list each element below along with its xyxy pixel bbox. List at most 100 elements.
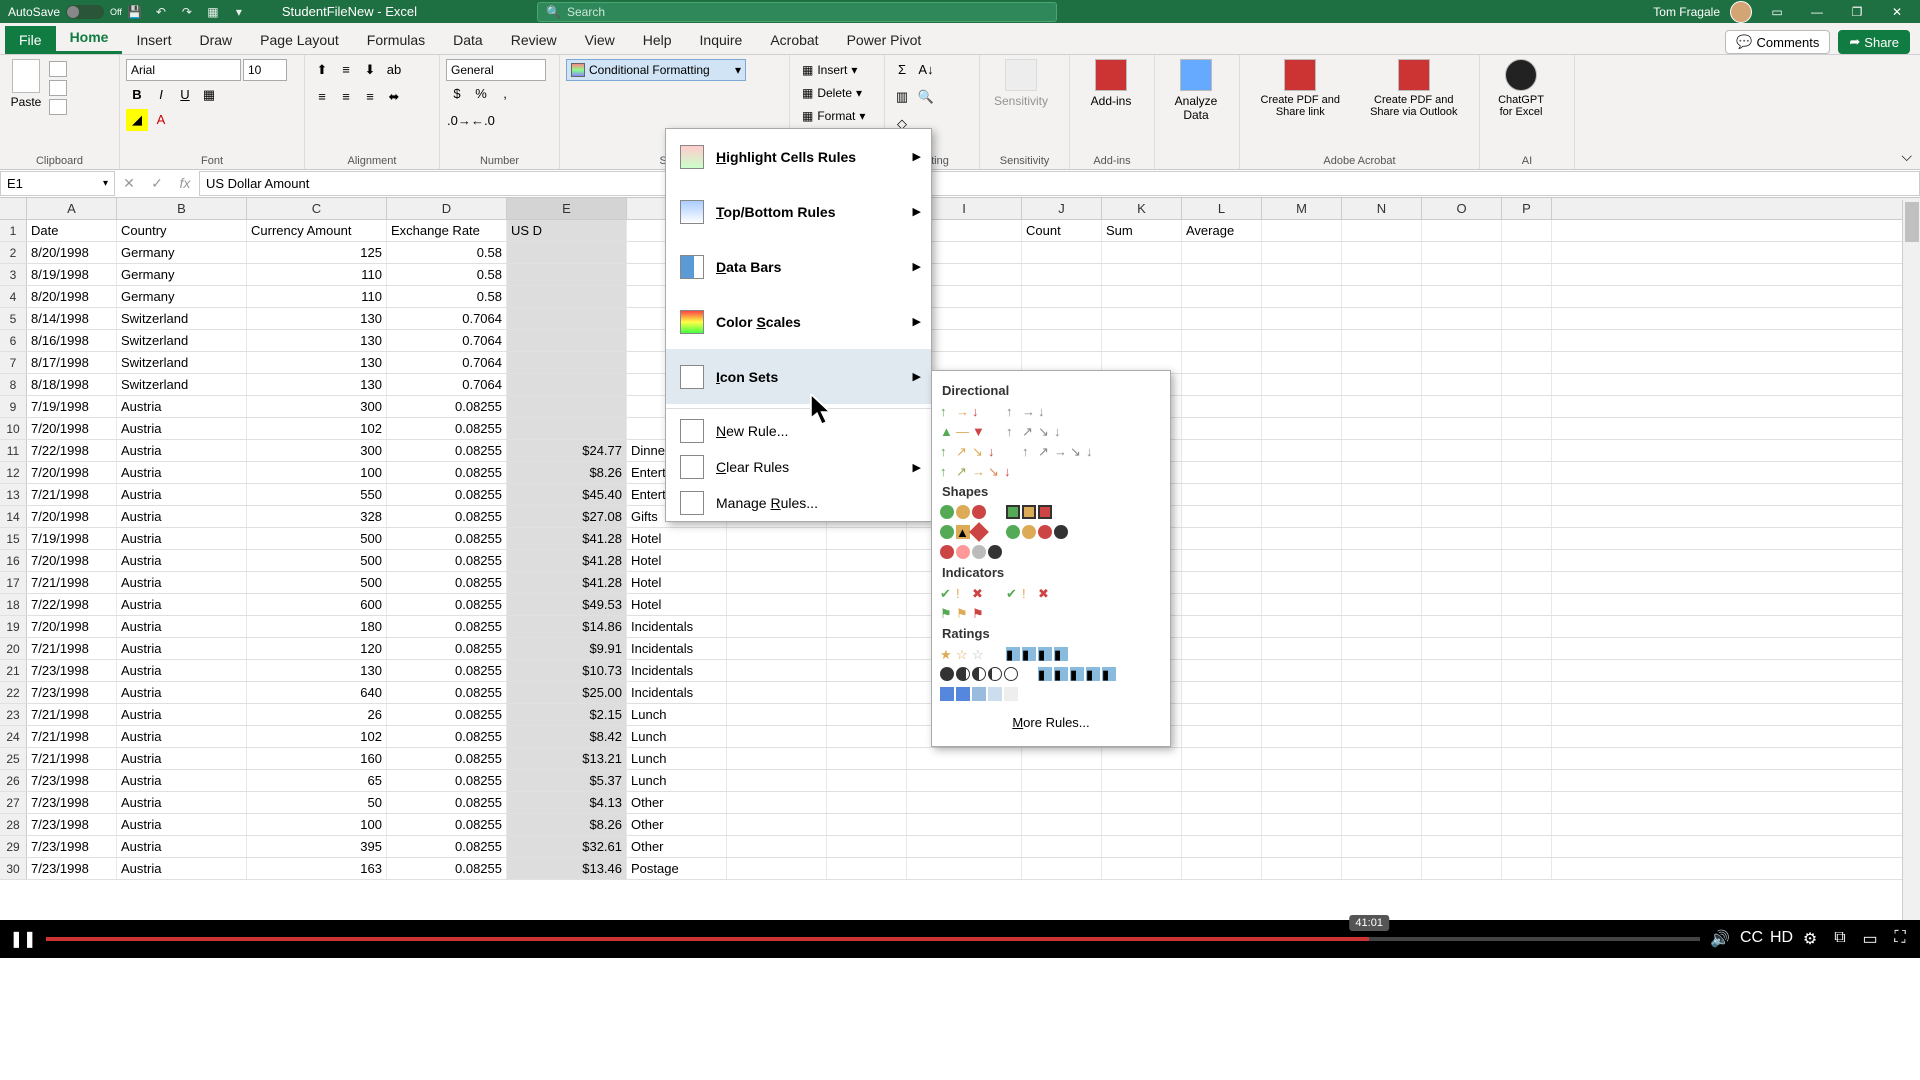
cell[interactable]: Date bbox=[27, 220, 117, 241]
cell[interactable] bbox=[1022, 770, 1102, 791]
cell[interactable] bbox=[1422, 462, 1502, 483]
cell[interactable] bbox=[507, 374, 627, 395]
cell[interactable]: 7/19/1998 bbox=[27, 528, 117, 549]
row-header[interactable]: 7 bbox=[0, 352, 27, 373]
cell[interactable]: 0.08255 bbox=[387, 814, 507, 835]
format-cells-button[interactable]: ▦ Format ▾ bbox=[796, 105, 878, 127]
cell[interactable] bbox=[1182, 858, 1262, 879]
cell[interactable] bbox=[727, 814, 827, 835]
row-header[interactable]: 1 bbox=[0, 220, 27, 241]
cell[interactable] bbox=[1502, 748, 1552, 769]
tab-help[interactable]: Help bbox=[629, 26, 686, 54]
cell[interactable]: 0.08255 bbox=[387, 792, 507, 813]
cell[interactable]: 65 bbox=[247, 770, 387, 791]
cell[interactable] bbox=[1262, 792, 1342, 813]
paste-button[interactable]: Paste bbox=[6, 59, 46, 155]
cell[interactable]: $41.28 bbox=[507, 528, 627, 549]
cell[interactable] bbox=[1502, 770, 1552, 791]
minimize-icon[interactable]: — bbox=[1802, 2, 1832, 22]
cell[interactable] bbox=[1262, 770, 1342, 791]
cell[interactable] bbox=[1102, 858, 1182, 879]
theater-icon[interactable]: ▭ bbox=[1860, 929, 1880, 949]
row-header[interactable]: 16 bbox=[0, 550, 27, 571]
cell[interactable] bbox=[907, 858, 1022, 879]
tab-view[interactable]: View bbox=[571, 26, 629, 54]
cell[interactable]: 0.08255 bbox=[387, 682, 507, 703]
cell[interactable] bbox=[1182, 396, 1262, 417]
cell[interactable]: Switzerland bbox=[117, 352, 247, 373]
cell[interactable]: 0.08255 bbox=[387, 616, 507, 637]
cell[interactable]: 102 bbox=[247, 726, 387, 747]
cf-menu-colorscales[interactable]: Color Scales▶ bbox=[666, 294, 931, 349]
iconset-4ratings[interactable]: ▮▮▮▮ bbox=[1006, 647, 1068, 661]
cell[interactable] bbox=[1422, 484, 1502, 505]
iconset-3symbols[interactable]: ✔!✖ bbox=[1006, 586, 1052, 600]
cell[interactable]: Austria bbox=[117, 814, 247, 835]
quality-icon[interactable]: HD bbox=[1770, 929, 1790, 949]
cell[interactable] bbox=[1102, 770, 1182, 791]
cell[interactable]: 0.58 bbox=[387, 242, 507, 263]
cell[interactable] bbox=[1182, 308, 1262, 329]
redo-icon[interactable]: ↷ bbox=[178, 3, 196, 21]
cell[interactable] bbox=[827, 770, 907, 791]
cell[interactable] bbox=[1342, 594, 1422, 615]
cell[interactable] bbox=[727, 616, 827, 637]
cell[interactable]: 8/18/1998 bbox=[27, 374, 117, 395]
cell[interactable] bbox=[1502, 726, 1552, 747]
cell[interactable] bbox=[1262, 594, 1342, 615]
row-header[interactable]: 19 bbox=[0, 616, 27, 637]
qat-more-icon[interactable]: ▾ bbox=[230, 3, 248, 21]
cell[interactable] bbox=[1182, 528, 1262, 549]
cell[interactable] bbox=[1022, 792, 1102, 813]
cell[interactable] bbox=[827, 594, 907, 615]
cell[interactable] bbox=[1502, 396, 1552, 417]
cell[interactable] bbox=[1422, 836, 1502, 857]
cell[interactable] bbox=[1342, 792, 1422, 813]
cell[interactable] bbox=[1022, 836, 1102, 857]
cell[interactable] bbox=[1342, 352, 1422, 373]
cell[interactable] bbox=[1342, 748, 1422, 769]
pause-button[interactable]: ❚❚ bbox=[10, 926, 36, 952]
cell[interactable] bbox=[727, 528, 827, 549]
col-header-K[interactable]: K bbox=[1102, 198, 1182, 219]
vertical-scrollbar[interactable] bbox=[1902, 200, 1920, 920]
cell[interactable] bbox=[1262, 506, 1342, 527]
cell[interactable] bbox=[1342, 528, 1422, 549]
align-left-button[interactable]: ≡ bbox=[311, 86, 333, 108]
row-header[interactable]: 9 bbox=[0, 396, 27, 417]
row-header[interactable]: 10 bbox=[0, 418, 27, 439]
cell[interactable]: Incidentals bbox=[627, 660, 727, 681]
cell[interactable]: 7/20/1998 bbox=[27, 506, 117, 527]
cf-menu-topbottom[interactable]: Top/Bottom Rules▶ bbox=[666, 184, 931, 239]
cell[interactable] bbox=[1262, 726, 1342, 747]
cell[interactable] bbox=[1182, 616, 1262, 637]
col-header-E[interactable]: E bbox=[507, 198, 627, 219]
cell[interactable]: Hotel bbox=[627, 528, 727, 549]
cf-menu-databars[interactable]: Data Bars▶ bbox=[666, 239, 931, 294]
cell[interactable] bbox=[727, 726, 827, 747]
qat-icon[interactable]: ▦ bbox=[204, 3, 222, 21]
cell[interactable] bbox=[1262, 308, 1342, 329]
comma-button[interactable]: , bbox=[494, 83, 516, 105]
create-pdf-share-button[interactable]: Create PDF and Share link bbox=[1246, 59, 1355, 118]
cell[interactable]: Austria bbox=[117, 550, 247, 571]
comments-button[interactable]: 💬 Comments bbox=[1725, 30, 1830, 54]
cell[interactable] bbox=[1422, 396, 1502, 417]
cell[interactable] bbox=[1502, 462, 1552, 483]
row-header[interactable]: 4 bbox=[0, 286, 27, 307]
cell[interactable] bbox=[1342, 374, 1422, 395]
cell[interactable] bbox=[1422, 792, 1502, 813]
cell[interactable]: 0.08255 bbox=[387, 748, 507, 769]
cell[interactable] bbox=[1422, 682, 1502, 703]
cell[interactable] bbox=[1342, 726, 1422, 747]
font-name-select[interactable] bbox=[126, 59, 241, 81]
cell[interactable]: $41.28 bbox=[507, 572, 627, 593]
cell[interactable]: $49.53 bbox=[507, 594, 627, 615]
cell[interactable]: $8.26 bbox=[507, 814, 627, 835]
cell[interactable]: 500 bbox=[247, 572, 387, 593]
cell[interactable]: 8/14/1998 bbox=[27, 308, 117, 329]
percent-button[interactable]: % bbox=[470, 83, 492, 105]
share-button[interactable]: ➦ Share bbox=[1838, 30, 1910, 54]
row-header[interactable]: 6 bbox=[0, 330, 27, 351]
accounting-button[interactable]: $ bbox=[446, 83, 468, 105]
